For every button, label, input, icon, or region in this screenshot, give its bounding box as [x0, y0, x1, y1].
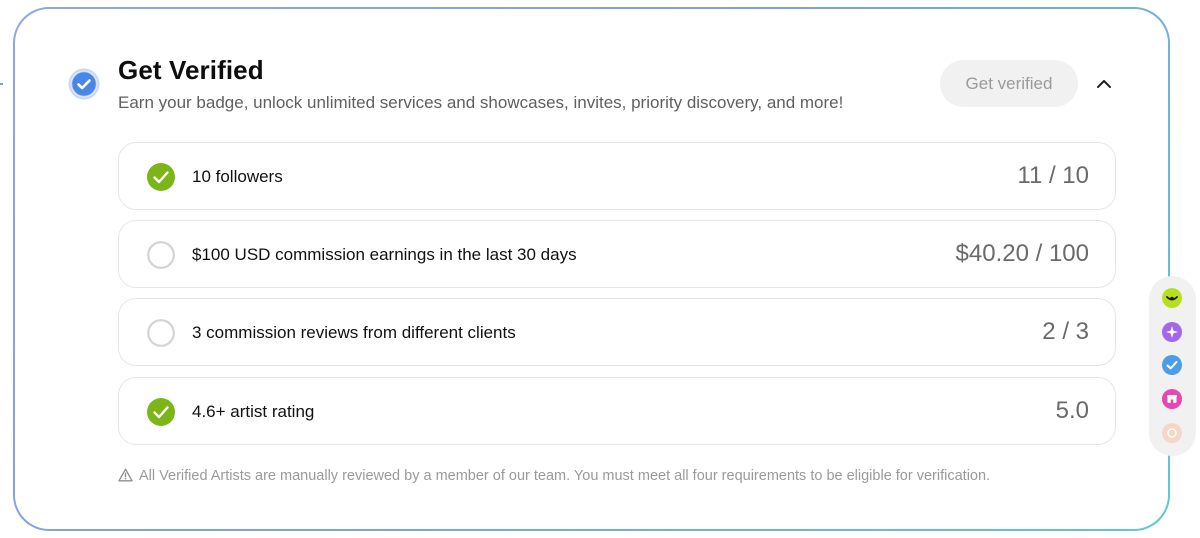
- requirement-row-earnings: $100 USD commission earnings in the last…: [118, 220, 1116, 288]
- requirement-row-reviews: 3 commission reviews from different clie…: [118, 298, 1116, 366]
- edge-marker: [0, 83, 3, 85]
- requirement-progress: 11 / 10: [1017, 162, 1089, 189]
- requirement-row-rating: 4.6+ artist rating 5.0: [118, 377, 1116, 445]
- get-verified-button[interactable]: Get verified: [940, 60, 1078, 107]
- lime-face-icon[interactable]: [1162, 288, 1182, 308]
- blue-check-icon[interactable]: [1162, 355, 1182, 375]
- requirement-label: 4.6+ artist rating: [192, 402, 315, 421]
- requirement-label: 3 commission reviews from different clie…: [192, 323, 516, 342]
- warning-icon: [118, 468, 133, 482]
- empty-circle-icon: [147, 319, 175, 347]
- purple-sparkle-icon[interactable]: [1162, 322, 1182, 342]
- verified-badge-icon: [68, 68, 100, 100]
- chevron-up-icon[interactable]: [1094, 76, 1114, 92]
- card-subtitle: Earn your badge, unlock unlimited servic…: [118, 93, 844, 112]
- note-text: All Verified Artists are manually review…: [139, 468, 991, 484]
- requirement-progress: 2 / 3: [1042, 318, 1089, 345]
- faded-coin-icon[interactable]: [1162, 423, 1182, 443]
- verification-note: All Verified Artists are manually review…: [118, 468, 990, 484]
- check-circle-icon: [147, 398, 175, 426]
- check-circle-icon: [147, 163, 175, 191]
- card-title: Get Verified: [118, 55, 264, 85]
- requirement-row-followers: 10 followers 11 / 10: [118, 142, 1116, 210]
- pink-shop-icon[interactable]: [1162, 389, 1182, 409]
- requirement-progress: 5.0: [1055, 397, 1089, 424]
- empty-circle-icon: [147, 241, 175, 269]
- requirement-label: $100 USD commission earnings in the last…: [192, 245, 577, 264]
- requirement-label: 10 followers: [192, 167, 283, 186]
- requirement-progress: $40.20 / 100: [955, 240, 1089, 267]
